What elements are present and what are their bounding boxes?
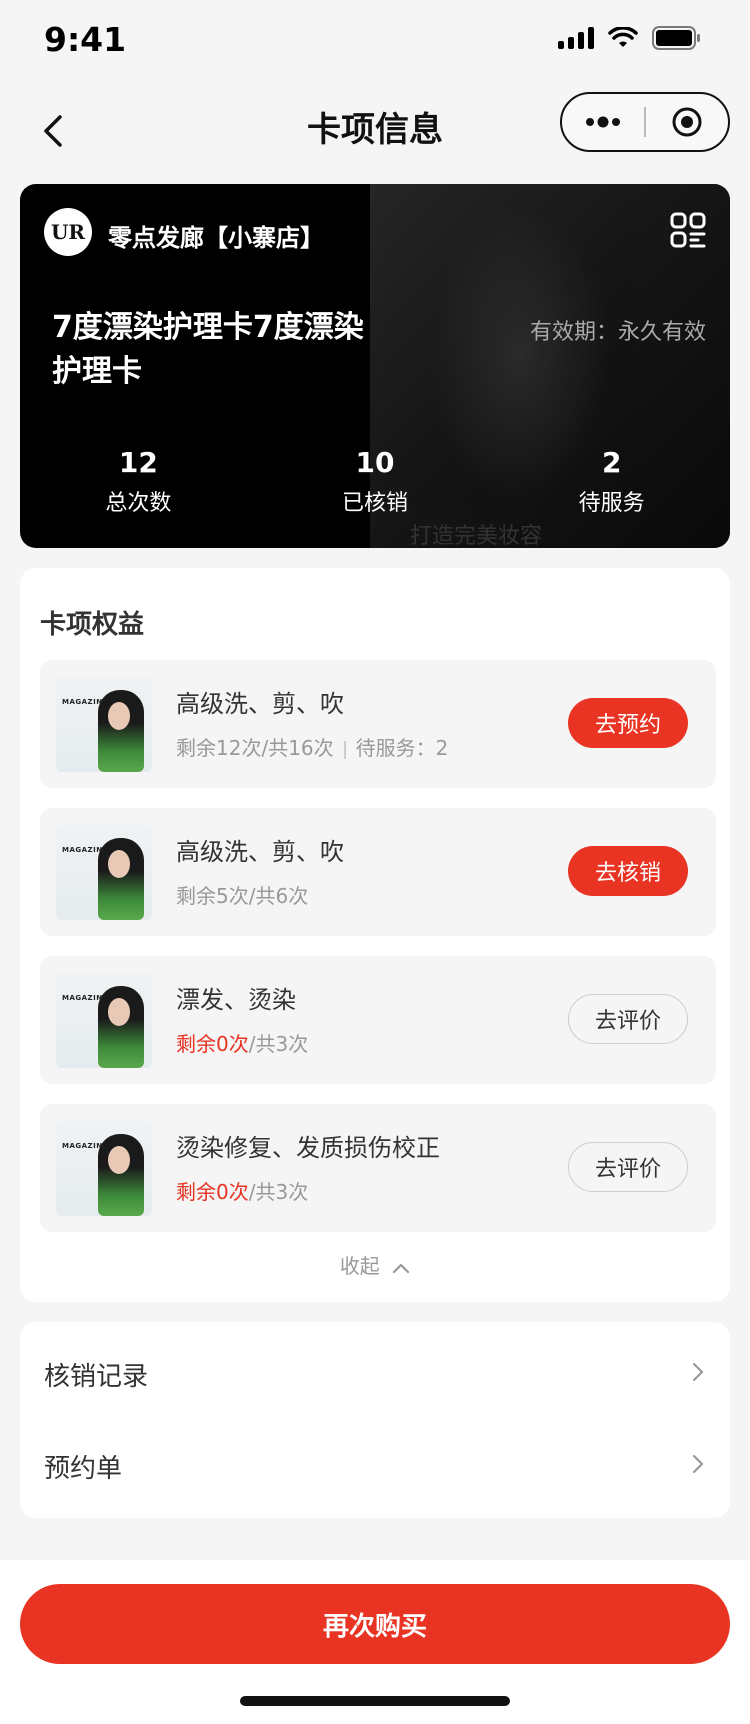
chevron-right-icon — [692, 1362, 704, 1382]
collapse-toggle[interactable]: 收起 — [20, 1250, 730, 1279]
service-thumbnail: MAGAZINE — [56, 676, 152, 772]
benefit-usage: 剩余0次/共3次 — [176, 1032, 309, 1056]
store-name: 零点发廊【小寨店】 — [108, 224, 324, 252]
book-button[interactable]: 去预约 — [568, 698, 688, 748]
buy-again-button[interactable]: 再次购买 — [20, 1584, 730, 1664]
benefit-usage: 剩余12次/共16次 待服务：2 — [176, 736, 449, 760]
benefits-section: 卡项权益 MAGAZINE 高级洗、剪、吹 剩余12次/共16次 待服务：2 去预… — [20, 568, 730, 1302]
target-icon — [672, 107, 702, 137]
service-thumbnail: MAGAZINE — [56, 824, 152, 920]
benefit-item: MAGAZINE 高级洗、剪、吹 剩余12次/共16次 待服务：2 去预约 — [40, 660, 716, 788]
hero-watermark-text: 打造完美妆容 — [410, 524, 543, 548]
stat-pending: 2 待服务 — [493, 446, 730, 517]
benefit-name: 漂发、烫染 — [176, 986, 296, 1014]
benefit-name: 高级洗、剪、吹 — [176, 690, 344, 718]
home-indicator — [240, 1696, 510, 1706]
review-button[interactable]: 去评价 — [568, 994, 688, 1044]
stat-value: 2 — [601, 446, 622, 479]
review-button[interactable]: 去评价 — [568, 1142, 688, 1192]
stat-value: 10 — [355, 446, 395, 479]
redeem-button[interactable]: 去核销 — [568, 846, 688, 896]
close-capsule-button[interactable] — [646, 94, 728, 150]
benefit-usage: 剩余0次/共3次 — [176, 1180, 309, 1204]
benefit-name: 高级洗、剪、吹 — [176, 838, 344, 866]
stat-label: 待服务 — [578, 491, 645, 516]
link-appointments[interactable]: 预约单 — [20, 1418, 730, 1510]
card-title: 7度漂染护理卡7度漂染护理卡 — [52, 310, 364, 389]
link-redemption-records[interactable]: 核销记录 — [20, 1326, 730, 1418]
wifi-icon — [608, 27, 638, 47]
service-thumbnail: MAGAZINE — [56, 1120, 152, 1216]
chevron-right-icon — [692, 1454, 704, 1474]
status-bar: 9:41 — [0, 0, 750, 88]
stat-total: 12 总次数 — [20, 446, 257, 517]
status-time: 9:41 — [44, 20, 127, 59]
stat-label: 已核销 — [342, 491, 409, 516]
links-section: 核销记录 预约单 — [20, 1322, 730, 1518]
more-button[interactable] — [562, 94, 644, 150]
battery-icon — [652, 26, 700, 50]
nav-bar: 卡项信息 — [0, 88, 750, 188]
chevron-up-icon — [393, 1263, 410, 1273]
stat-label: 总次数 — [105, 491, 172, 516]
benefit-usage: 剩余5次/共6次 — [176, 884, 309, 908]
more-dots-icon — [586, 116, 620, 128]
link-label: 核销记录 — [44, 1362, 149, 1392]
benefit-item: MAGAZINE 高级洗、剪、吹 剩余5次/共6次 去核销 — [40, 808, 716, 936]
link-label: 预约单 — [44, 1454, 123, 1484]
benefit-name: 烫染修复、发质损伤校正 — [176, 1134, 440, 1162]
mini-program-capsule — [560, 92, 730, 152]
signal-icon — [558, 27, 594, 49]
card-stats: 12 总次数 10 已核销 2 待服务 — [20, 446, 730, 517]
meta-divider — [343, 740, 346, 759]
collapse-label: 收起 — [339, 1254, 380, 1278]
bottom-bar: 再次购买 — [0, 1560, 750, 1724]
section-title: 卡项权益 — [40, 610, 145, 640]
status-icons — [558, 26, 702, 50]
benefit-item: MAGAZINE 烫染修复、发质损伤校正 剩余0次/共3次 去评价 — [40, 1104, 716, 1232]
validity-text: 有效期：永久有效 — [529, 320, 706, 345]
store-logo: UR — [44, 208, 92, 256]
qr-code-icon[interactable] — [670, 212, 706, 248]
stat-redeemed: 10 已核销 — [257, 446, 494, 517]
stat-value: 12 — [118, 446, 158, 479]
card-hero: UR 零点发廊【小寨店】 7度漂染护理卡7度漂染护理卡 有效期：永久有效 12 … — [20, 184, 730, 548]
benefit-item: MAGAZINE 漂发、烫染 剩余0次/共3次 去评价 — [40, 956, 716, 1084]
service-thumbnail: MAGAZINE — [56, 972, 152, 1068]
